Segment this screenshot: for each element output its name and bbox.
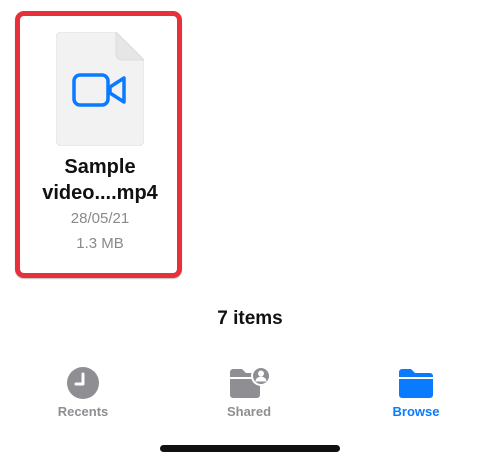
file-name-line1: Sample [64,156,136,178]
home-indicator[interactable] [160,445,340,452]
files-browser-screen: Sample video....mp4 28/05/21 1.3 MB 7 it… [0,0,500,464]
folder-icon [399,369,433,398]
clock-icon [67,367,99,399]
tab-shared[interactable]: Shared [189,360,309,424]
item-count: 7 items [217,308,283,329]
tab-label-recents: Recents [57,404,109,419]
tab-label-shared: Shared [226,404,272,419]
shared-folder-icon [230,366,271,398]
tab-label-browse: Browse [392,404,440,419]
tab-recents[interactable]: Recents [23,360,143,424]
file-date: 28/05/21 [70,210,130,227]
file-name-line2: video....mp4 [42,182,158,204]
tab-browse[interactable]: Browse [356,360,476,424]
video-camera-icon [72,73,126,107]
file-size: 1.3 MB [76,235,124,252]
